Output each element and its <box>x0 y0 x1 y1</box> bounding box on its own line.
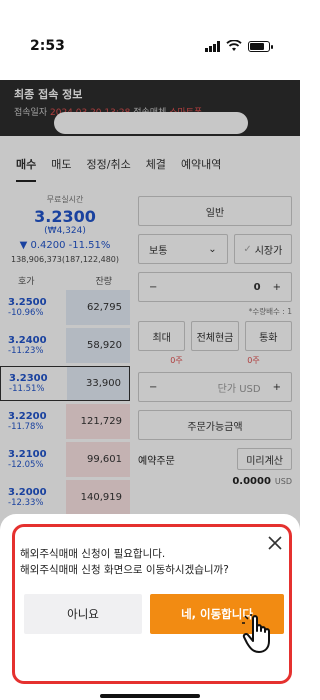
status-time: 2:53 <box>30 38 65 54</box>
dialog-message-line1: 해외주식매매 신청이 필요합니다. <box>20 548 166 560</box>
cancel-button[interactable]: 아니요 <box>24 594 142 634</box>
close-icon[interactable] <box>266 534 284 552</box>
dialog-message-line2: 해외주식매매 신청 화면으로 이동하시겠습니까? <box>20 564 229 576</box>
dialog-message: 해외주식매매 신청이 필요합니다. 해외주식매매 신청 화면으로 이동하시겠습니… <box>20 546 260 578</box>
home-indicator <box>100 694 200 698</box>
tap-hand-icon <box>242 614 270 653</box>
status-bar: 2:53 <box>0 0 300 80</box>
confirm-bottom-sheet: 해외주식매매 신청이 필요합니다. 해외주식매매 신청 화면으로 이동하시겠습니… <box>0 514 300 700</box>
signal-icon <box>205 40 220 52</box>
battery-icon <box>248 40 273 52</box>
wifi-icon <box>226 40 242 51</box>
status-icons <box>205 40 273 52</box>
